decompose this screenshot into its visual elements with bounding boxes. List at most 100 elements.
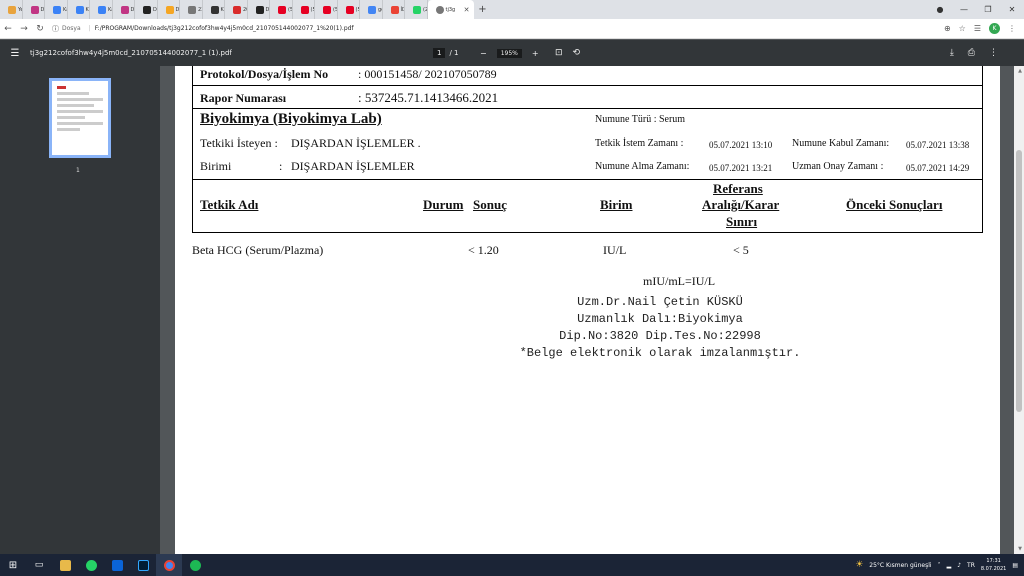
tab-item[interactable]: Kar [68,0,90,19]
tab-item[interactable]: (5) Pin [270,0,293,19]
tetkiki-isteyen-value: DIŞARDAN İŞLEMLER . [291,136,421,150]
spotify-icon[interactable] [182,554,208,576]
pdf-toolbar: ☰ tj3g212cofof3hw4y4j5m0cd_2107051440020… [0,40,1024,66]
zoom-in-button[interactable]: + [532,49,539,58]
pdf-filename: tj3g212cofof3hw4y4j5m0cd_210705144002077… [30,49,232,57]
task-view-icon[interactable]: ▭ [26,554,52,576]
numune-alma-label: Numune Alma Zamanı: [595,161,690,172]
tab-favicon [345,5,354,14]
tab-favicon [233,5,241,14]
zoom-out-button[interactable]: − [480,49,487,58]
section-title: Biyokimya (Biyokimya Lab) [200,111,382,127]
url-separator: | [88,25,91,32]
browser-menu-icon[interactable]: ⋮ [1008,24,1016,33]
tray-network-icon[interactable]: ▂ [947,562,952,569]
pdf-page: Protokol/Dosya/İşlem No : 000151458/ 202… [175,66,1000,554]
tab-item[interactable]: (5) Pin [293,0,315,19]
tab-favicon [390,5,399,14]
header-ref-1: Referans [713,181,763,196]
profile-dot-icon[interactable]: ● [928,5,952,14]
hamburger-menu-icon[interactable]: ☰ [0,48,30,59]
photoshop-icon[interactable] [130,554,156,576]
tab-favicon [120,5,129,14]
page-total: / 1 [449,49,459,57]
address-bar[interactable]: ⓘ Dosya | F:/PROGRAM/Downloads/tj3g212co… [52,22,354,36]
extensions-icon[interactable]: ☰ [974,24,981,33]
protokol-row: Protokol/Dosya/İşlem No : 000151458/ 202… [192,66,983,86]
chrome-icon[interactable] [156,554,182,576]
info-icon[interactable]: ⓘ [52,24,59,34]
header-ref-2: Aralığı/Karar [702,197,780,212]
tab-favicon [30,5,39,14]
tab-item[interactable]: 23 [180,0,203,19]
tab-item[interactable]: D-I [135,0,158,19]
print-icon[interactable]: ⎙ [968,48,975,58]
back-arrow-icon[interactable]: ← [0,24,16,34]
tray-language-icon[interactable]: TR [967,562,975,569]
tab-item[interactable]: (2) Wh [405,0,428,19]
weather-icon[interactable]: ☀ [855,560,863,570]
bookmark-star-icon[interactable]: ☆ [959,24,966,33]
profile-avatar[interactable]: K [989,23,1000,34]
page-number-input[interactable]: 1 [433,48,446,58]
scrollbar-thumb[interactable] [1016,150,1022,412]
tray-volume-icon[interactable]: ♪ [957,562,961,569]
tab-item[interactable]: Der [23,0,45,19]
whatsapp-icon[interactable] [78,554,104,576]
fit-page-icon[interactable]: ⊡ [555,48,563,58]
rotate-icon[interactable]: ⟲ [573,48,581,58]
signature-note: *Belge elektronik olarak imzalanmıştır. [519,346,801,360]
tab-item[interactable]: (5) Pin [315,0,338,19]
page-thumbnail[interactable] [49,78,111,158]
scroll-down-icon[interactable]: ▼ [1018,546,1022,552]
tab-favicon [143,5,151,14]
mail-icon[interactable] [104,554,130,576]
tab-active[interactable]: tj3g ✕ [427,0,474,19]
tab-item[interactable]: Kar [45,0,68,19]
tab-item[interactable]: Kar [203,0,225,19]
tray-chevron-icon[interactable]: ˄ [938,562,941,569]
more-options-icon[interactable]: ⋮ [989,48,998,58]
scroll-up-icon[interactable]: ▲ [1018,68,1022,74]
close-window-icon[interactable]: ✕ [1000,5,1024,14]
tab-item[interactable]: (5) Pin [338,0,360,19]
result-value: < 1.20 [468,243,499,257]
download-icon[interactable]: ⤓ [950,48,954,58]
header-birim: Birim [600,197,633,212]
tetkiki-isteyen-label: Tetkiki İsteyen : [200,136,278,150]
new-tab-button[interactable]: + [474,4,492,15]
close-tab-icon[interactable]: ✕ [464,6,470,14]
protokol-value: : 000151458/ 202107050789 [358,67,497,81]
reload-icon[interactable]: ↻ [32,24,48,34]
tab-item[interactable]: D-I [158,0,180,19]
uzman-onay-value: 05.07.2021 14:29 [906,163,970,173]
tab-item[interactable]: Yen [0,0,23,19]
page-scrollbar[interactable]: ▲ ▼ [1014,66,1024,554]
tab-favicon [435,5,444,14]
start-button[interactable]: ⊞ [0,554,26,576]
birimi-label: Birimi [200,159,232,173]
notification-icon[interactable]: ▤ [1012,562,1018,569]
tab-item[interactable]: Kar [90,0,113,19]
url-text[interactable]: F:/PROGRAM/Downloads/tj3g212cofof3hw4y4j… [95,25,354,32]
tab-item[interactable]: 20l [225,0,248,19]
forward-arrow-icon[interactable]: → [16,24,32,34]
minimize-icon[interactable]: — [952,5,976,14]
restore-icon[interactable]: ❐ [976,5,1000,14]
tab-item[interactable]: D-I [248,0,270,19]
weather-text[interactable]: 25°C Kısmen güneşli [869,562,931,569]
header-tetkik: Tetkik Adı [200,197,259,212]
tab-favicon [210,5,219,14]
tab-item[interactable]: gevin [360,0,383,19]
header-ref-3: Sınırı [726,214,758,229]
zoom-level-input[interactable]: 195% [496,48,522,58]
file-explorer-icon[interactable] [52,554,78,576]
header-durum: Durum [423,197,464,212]
result-ref: < 5 [733,243,749,257]
tab-item[interactable]: Der [113,0,135,19]
tab-item[interactable]: İDARG [383,0,405,19]
tab-favicon [323,5,331,14]
signature-name: Uzm.Dr.Nail Çetin KÜSKÜ [577,295,743,309]
clock[interactable]: 17:31 8.07.2021 [981,557,1006,573]
zoom-icon[interactable]: ⊕ [944,24,951,33]
